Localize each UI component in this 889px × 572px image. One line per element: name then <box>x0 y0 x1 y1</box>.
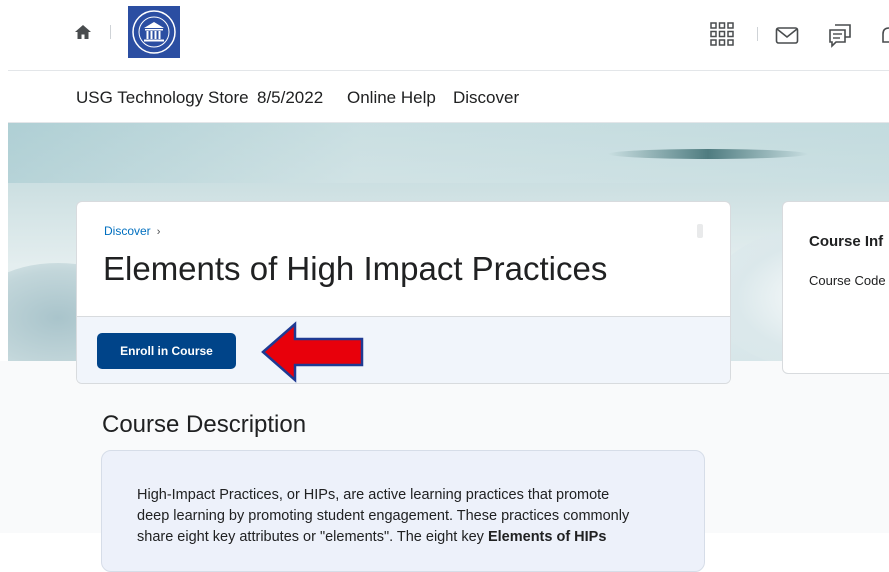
description-line: share eight key attributes or "elements"… <box>137 529 607 545</box>
arrow-left-icon <box>260 321 366 383</box>
nav-bar: USG Technology Store 8/5/2022 Online Hel… <box>0 71 889 123</box>
header-separator <box>757 27 758 41</box>
usg-logo[interactable] <box>128 6 180 58</box>
mail-icon[interactable] <box>775 26 799 46</box>
chat-icon[interactable] <box>827 22 853 48</box>
breadcrumb-discover-link[interactable]: Discover <box>104 224 151 238</box>
chevron-right-icon: › <box>156 226 161 238</box>
nav-item-discover[interactable]: Discover <box>453 88 519 108</box>
grid-icon[interactable] <box>710 22 734 46</box>
course-info-heading: Course Inf <box>809 233 884 250</box>
course-code-label: Course Code <box>809 273 886 288</box>
nav-item-online-help[interactable]: Online Help <box>347 88 436 108</box>
description-line: High-Impact Practices, or HIPs, are acti… <box>137 487 610 503</box>
enroll-button[interactable]: Enroll in Course <box>97 333 236 369</box>
home-icon[interactable] <box>73 22 93 42</box>
course-info-card: Course Inf Course Code <box>782 201 889 374</box>
bell-icon[interactable] <box>877 24 889 48</box>
scrollbar[interactable] <box>697 224 703 238</box>
header-separator <box>110 25 111 39</box>
page-title: Elements of High Impact Practices <box>103 250 608 287</box>
course-title-card: Discover › Elements of High Impact Practi… <box>76 201 731 384</box>
breadcrumb: Discover › <box>104 224 160 238</box>
course-description-box: High-Impact Practices, or HIPs, are acti… <box>101 450 705 572</box>
enroll-footer: Enroll in Course <box>77 316 730 383</box>
course-description-text: High-Impact Practices, or HIPs, are acti… <box>137 485 677 548</box>
description-line: deep learning by promoting student engag… <box>137 508 630 524</box>
nav-item-usg-technology-store[interactable]: USG Technology Store <box>76 88 249 108</box>
course-description-heading: Course Description <box>102 411 307 438</box>
top-header <box>0 0 889 70</box>
nav-item-date[interactable]: 8/5/2022 <box>257 88 323 108</box>
